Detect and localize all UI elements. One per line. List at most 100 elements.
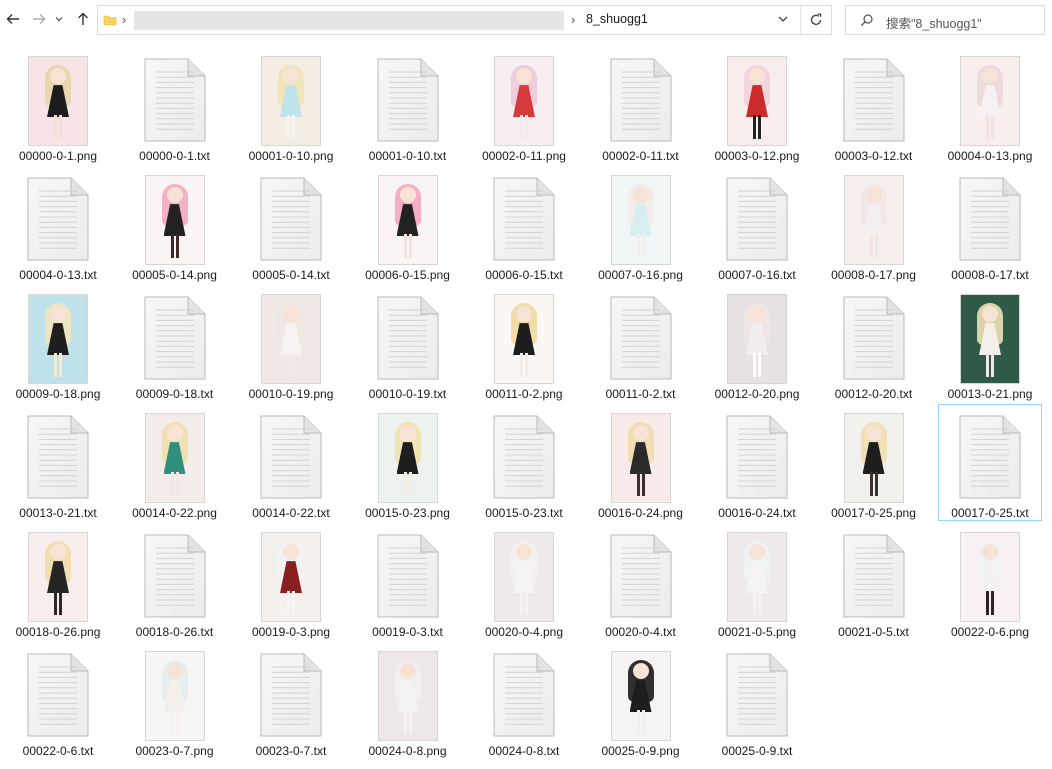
text-file-icon bbox=[959, 175, 1021, 266]
image-file-item[interactable]: 00008-0-17.png bbox=[822, 166, 926, 283]
text-file-item[interactable]: 00023-0-7.txt bbox=[239, 642, 343, 759]
file-name-label: 00007-0-16.txt bbox=[718, 268, 796, 282]
text-file-item[interactable]: 00020-0-4.txt bbox=[589, 523, 693, 640]
image-file-item[interactable]: 00022-0-6.png bbox=[938, 523, 1042, 640]
text-file-item[interactable]: 00016-0-24.txt bbox=[705, 404, 809, 521]
text-file-icon bbox=[959, 413, 1021, 504]
image-preview bbox=[28, 532, 88, 622]
document-icon bbox=[260, 415, 322, 499]
text-file-item[interactable]: 00004-0-13.txt bbox=[6, 166, 110, 283]
text-file-icon bbox=[726, 175, 788, 266]
text-file-item[interactable]: 00019-0-3.txt bbox=[356, 523, 460, 640]
image-preview bbox=[843, 175, 904, 265]
text-file-item[interactable]: 00007-0-16.txt bbox=[705, 166, 809, 283]
image-file-item[interactable]: 00007-0-16.png bbox=[589, 166, 693, 283]
address-bar[interactable]: › › 8_shuogg1 bbox=[97, 5, 832, 35]
file-name-label: 00003-0-12.txt bbox=[834, 149, 913, 163]
text-file-item[interactable]: 00014-0-22.txt bbox=[239, 404, 343, 521]
text-file-item[interactable]: 00002-0-11.txt bbox=[589, 47, 693, 164]
image-preview bbox=[727, 294, 787, 384]
image-file-item[interactable]: 00003-0-12.png bbox=[705, 47, 809, 164]
image-thumbnail bbox=[377, 651, 438, 742]
image-file-item[interactable]: 00024-0-8.png bbox=[356, 642, 460, 759]
forward-button[interactable] bbox=[28, 8, 50, 30]
image-file-item[interactable]: 00009-0-18.png bbox=[6, 285, 110, 402]
recent-locations-button[interactable] bbox=[52, 8, 66, 30]
document-icon bbox=[610, 58, 672, 142]
up-button[interactable] bbox=[72, 8, 94, 30]
text-file-item[interactable]: 00005-0-14.txt bbox=[239, 166, 343, 283]
text-file-item[interactable]: 00011-0-2.txt bbox=[589, 285, 693, 402]
text-file-item[interactable]: 00000-0-1.txt bbox=[123, 47, 227, 164]
image-thumbnail bbox=[144, 413, 205, 504]
text-file-item[interactable]: 00010-0-19.txt bbox=[356, 285, 460, 402]
image-file-item[interactable]: 00010-0-19.png bbox=[239, 285, 343, 402]
image-file-item[interactable]: 00017-0-25.png bbox=[822, 404, 926, 521]
back-button[interactable] bbox=[2, 8, 24, 30]
image-file-item[interactable]: 00023-0-7.png bbox=[123, 642, 227, 759]
figure-head bbox=[50, 305, 66, 322]
text-file-item[interactable]: 00018-0-26.txt bbox=[123, 523, 227, 640]
image-file-item[interactable]: 00025-0-9.png bbox=[589, 642, 693, 759]
image-file-item[interactable]: 00012-0-20.png bbox=[705, 285, 809, 402]
image-file-item[interactable]: 00015-0-23.png bbox=[356, 404, 460, 521]
text-file-item[interactable]: 00024-0-8.txt bbox=[472, 642, 576, 759]
figure-head bbox=[982, 305, 998, 322]
text-file-item[interactable]: 00006-0-15.txt bbox=[472, 166, 576, 283]
document-icon bbox=[726, 177, 788, 261]
text-file-item[interactable]: 00013-0-21.txt bbox=[6, 404, 110, 521]
search-box[interactable]: 搜索"8_shuogg1" bbox=[845, 5, 1045, 35]
text-file-item[interactable]: 00022-0-6.txt bbox=[6, 642, 110, 759]
refresh-button[interactable] bbox=[806, 10, 826, 30]
image-thumbnail bbox=[960, 532, 1020, 623]
image-file-item[interactable]: 00001-0-10.png bbox=[239, 47, 343, 164]
image-file-item[interactable]: 00004-0-13.png bbox=[938, 47, 1042, 164]
image-thumbnail bbox=[610, 413, 671, 504]
file-name-label: 00006-0-15.txt bbox=[485, 268, 563, 282]
figure-head bbox=[166, 186, 183, 203]
text-file-item[interactable]: 00012-0-20.txt bbox=[822, 285, 926, 402]
breadcrumb-separator-icon[interactable]: › bbox=[571, 12, 575, 27]
image-file-item[interactable]: 00021-0-5.png bbox=[705, 523, 809, 640]
image-file-item[interactable]: 00002-0-11.png bbox=[472, 47, 576, 164]
text-file-item[interactable]: 00009-0-18.txt bbox=[123, 285, 227, 402]
file-name-label: 00025-0-9.png bbox=[601, 744, 680, 758]
image-file-item[interactable]: 00014-0-22.png bbox=[123, 404, 227, 521]
text-file-item[interactable]: 00003-0-12.txt bbox=[822, 47, 926, 164]
file-name-label: 00021-0-5.png bbox=[717, 625, 797, 639]
figure-legs bbox=[986, 353, 994, 378]
image-file-item[interactable]: 00005-0-14.png bbox=[123, 166, 227, 283]
image-file-item[interactable]: 00019-0-3.png bbox=[239, 523, 343, 640]
image-file-item[interactable]: 00006-0-15.png bbox=[356, 166, 460, 283]
breadcrumb-current-folder[interactable]: 8_shuogg1 bbox=[586, 12, 648, 26]
image-file-item[interactable]: 00016-0-24.png bbox=[589, 404, 693, 521]
image-file-item[interactable]: 00011-0-2.png bbox=[472, 285, 576, 402]
text-file-icon bbox=[610, 294, 672, 385]
text-file-icon bbox=[260, 651, 322, 742]
file-name-label: 00011-0-2.png bbox=[485, 387, 563, 401]
image-file-item[interactable]: 00020-0-4.png bbox=[472, 523, 576, 640]
figure-legs bbox=[869, 234, 878, 259]
text-file-item[interactable]: 00015-0-23.txt bbox=[472, 404, 576, 521]
image-file-item[interactable]: 00000-0-1.png bbox=[6, 47, 110, 164]
figure-legs bbox=[287, 353, 295, 378]
text-file-item[interactable]: 00001-0-10.txt bbox=[356, 47, 460, 164]
text-file-item[interactable]: 00017-0-25.txt bbox=[938, 404, 1042, 521]
image-file-item[interactable]: 00013-0-21.png bbox=[938, 285, 1042, 402]
text-file-item[interactable]: 00021-0-5.txt bbox=[822, 523, 926, 640]
text-file-item[interactable]: 00025-0-9.txt bbox=[705, 642, 809, 759]
image-file-item[interactable]: 00018-0-26.png bbox=[6, 523, 110, 640]
figure-head bbox=[749, 67, 765, 84]
image-thumbnail bbox=[494, 294, 554, 385]
address-history-dropdown[interactable] bbox=[774, 10, 792, 28]
figure-head bbox=[399, 186, 416, 203]
file-name-label: 00025-0-9.txt bbox=[721, 744, 793, 758]
file-name-label: 00004-0-13.png bbox=[947, 149, 1033, 163]
image-preview bbox=[610, 651, 671, 741]
document-icon bbox=[610, 534, 672, 618]
text-file-item[interactable]: 00008-0-17.txt bbox=[938, 166, 1042, 283]
search-input[interactable]: 搜索"8_shuogg1" bbox=[886, 13, 982, 32]
figure-head bbox=[982, 67, 998, 84]
text-file-icon bbox=[144, 294, 206, 385]
text-file-icon bbox=[260, 413, 322, 504]
